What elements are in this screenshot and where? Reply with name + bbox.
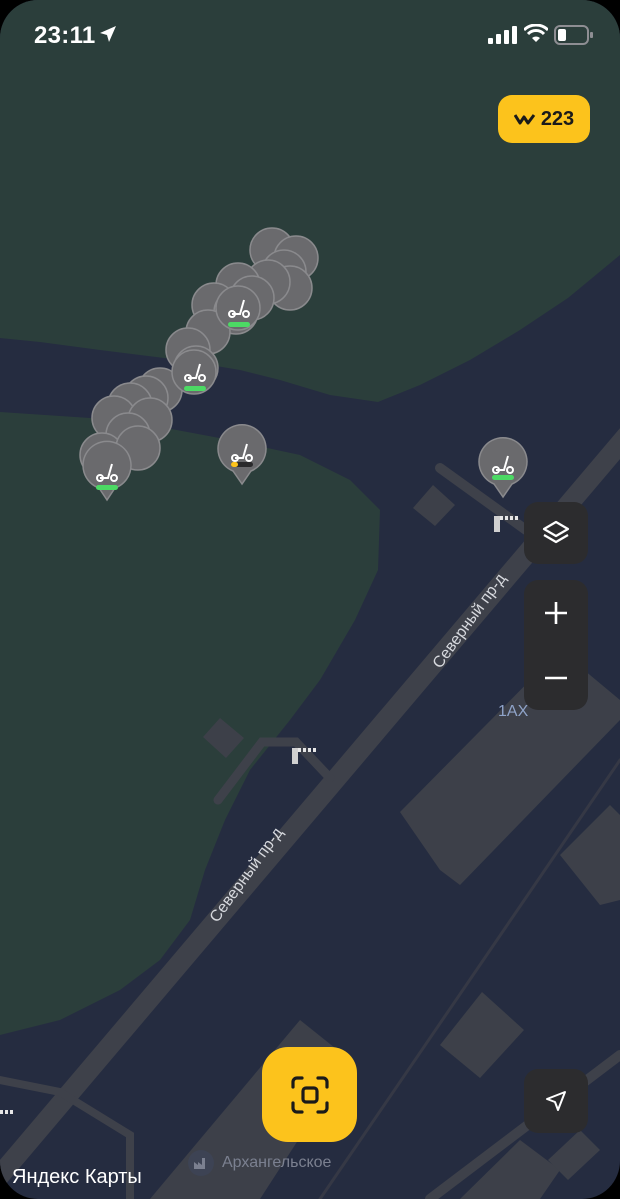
factory-icon [188,1150,214,1176]
scooter-pin-right[interactable] [478,437,528,499]
status-time: 23:11 [34,22,96,49]
cellular-signal-icon [488,26,517,44]
my-location-button[interactable] [524,1069,588,1133]
whoosh-logo-icon [513,114,536,125]
scooter-pin[interactable] [215,285,261,331]
zoom-control [524,580,588,710]
balance-amount: 223 [540,107,575,130]
plus-icon [545,601,567,624]
district-name: Архангельское [222,1154,332,1171]
zoom-out-button[interactable] [524,645,588,710]
balance-badge[interactable]: 223 [498,95,590,143]
qr-scan-icon [290,1075,329,1114]
location-arrow-icon [100,26,116,42]
status-bar: 23:11 [0,0,620,70]
navigation-arrow-icon [546,1091,566,1111]
minus-icon [545,676,567,679]
zoom-in-button[interactable] [524,580,588,645]
scooter-pin[interactable] [171,349,217,395]
app-screen: Северный пр-д Северный пр-д 1АХ 23:11 22… [0,0,620,1199]
battery-icon [554,25,593,45]
wifi-icon [524,24,548,42]
yandex-maps-logo[interactable]: Яндекс Карты [12,1166,142,1189]
layers-button[interactable] [524,502,588,564]
layers-icon [542,520,570,544]
scan-qr-button[interactable] [262,1047,357,1142]
district-label: Архангельское [188,1150,331,1176]
